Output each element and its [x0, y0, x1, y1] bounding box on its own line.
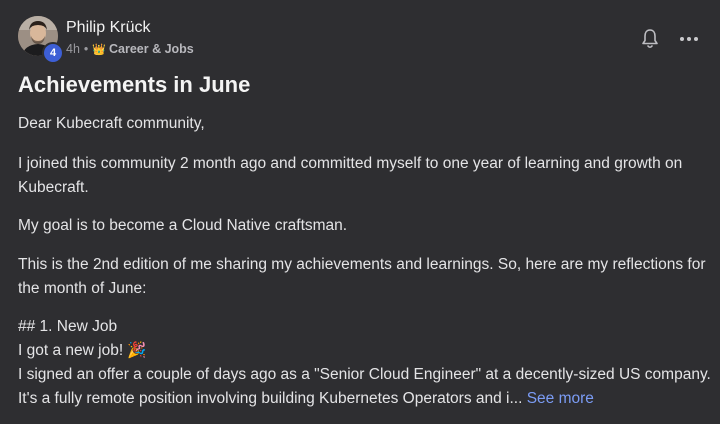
author-name[interactable]: Philip Krück	[66, 19, 150, 37]
more-options-icon[interactable]	[678, 28, 700, 50]
category-link[interactable]: Career & Jobs	[109, 42, 194, 56]
edition-paragraph: This is the 2nd edition of me sharing my…	[18, 256, 706, 297]
post-meta: 4h • 👑 Career & Jobs	[66, 42, 194, 56]
post-title[interactable]: Achievements in June	[18, 72, 250, 98]
offer-line-1: I signed an offer a couple of days ago a…	[18, 366, 711, 383]
post-time: 4h	[66, 42, 80, 56]
goal-paragraph: My goal is to become a Cloud Native craf…	[18, 217, 348, 234]
new-job-section: ## 1. New Job I got a new job! 🎉 I signe…	[18, 315, 718, 411]
greeting-paragraph: Dear Kubecraft community,	[18, 115, 205, 132]
level-badge: 4	[42, 42, 64, 64]
crown-icon: 👑	[92, 43, 106, 56]
meta-separator: •	[83, 42, 89, 56]
new-job-line: I got a new job! 🎉	[18, 342, 147, 359]
section-heading: ## 1. New Job	[18, 318, 118, 335]
post-card: 4 Philip Krück 4h • 👑 Career & Jobs Achi…	[0, 0, 720, 424]
see-more-link[interactable]: See more	[527, 390, 594, 407]
post-header: 4 Philip Krück 4h • 👑 Career & Jobs	[18, 16, 702, 64]
bell-icon[interactable]	[640, 28, 660, 50]
offer-line-2-wrapper: It's a fully remote position involving b…	[18, 387, 718, 411]
author-avatar-wrapper[interactable]: 4	[18, 16, 64, 64]
offer-line-2: It's a fully remote position involving b…	[18, 390, 523, 407]
intro-paragraph: I joined this community 2 month ago and …	[18, 155, 683, 196]
